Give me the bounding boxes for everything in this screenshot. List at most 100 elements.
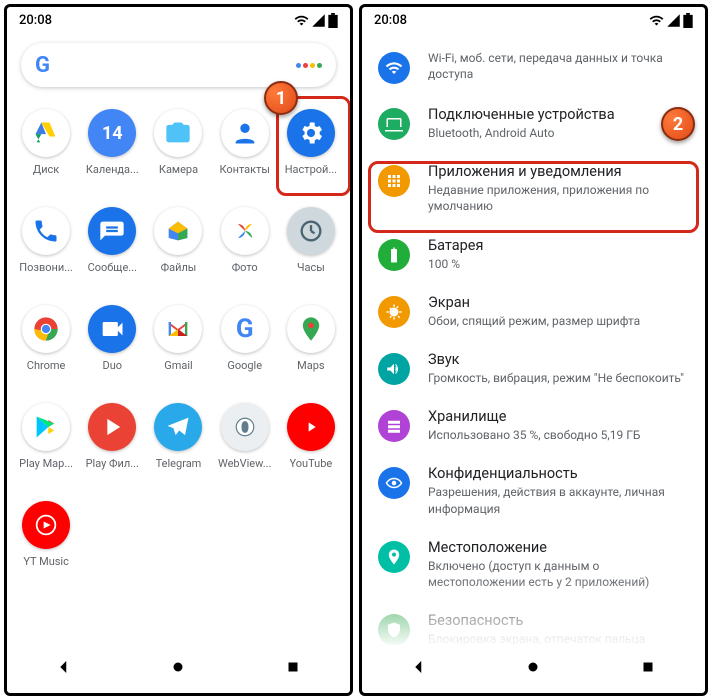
gmail-icon bbox=[154, 305, 202, 353]
battery-icon bbox=[328, 13, 338, 28]
app-webview[interactable]: WebView... bbox=[212, 397, 278, 495]
wifi-icon bbox=[294, 13, 309, 28]
app-duo[interactable]: Duo bbox=[79, 299, 145, 397]
app-google[interactable]: G Google bbox=[212, 299, 278, 397]
nav-back[interactable] bbox=[55, 658, 73, 680]
settings-item-wifi[interactable]: Wi-Fi, моб. сети, передача данных и точк… bbox=[362, 39, 705, 95]
settings-item-title: Местоположение bbox=[428, 539, 689, 556]
settings-item-location[interactable]: Местоположение Включено (доступ к данным … bbox=[362, 528, 705, 601]
settings-item-privacy[interactable]: КонфиденциальностьРазрешения, действия в… bbox=[362, 454, 705, 527]
app-label: Duo bbox=[103, 359, 123, 372]
battery-icon bbox=[683, 13, 693, 28]
app-play-store[interactable]: Play Мар... bbox=[13, 397, 79, 495]
settings-item-subtitle: Громкость, вибрация, режим "Не беспокоит… bbox=[428, 370, 689, 386]
app-label: Диск bbox=[33, 163, 59, 176]
devices-icon bbox=[378, 108, 410, 140]
app-label: Файлы bbox=[161, 261, 197, 274]
apps-icon bbox=[378, 165, 410, 197]
settings-item-brightness[interactable]: Экран Обои, спящий режим, размер шрифта bbox=[362, 283, 705, 340]
youtube-icon bbox=[287, 403, 335, 451]
nav-recent[interactable] bbox=[284, 658, 302, 680]
gear-icon bbox=[287, 109, 335, 157]
google-search-bar[interactable]: G bbox=[21, 43, 336, 87]
nav-home[interactable] bbox=[524, 658, 542, 680]
privacy-icon bbox=[378, 467, 410, 499]
step-badge-2: 2 bbox=[661, 107, 695, 141]
settings-item-subtitle: Обои, спящий режим, размер шрифта bbox=[428, 313, 689, 329]
app-label: YT Music bbox=[23, 555, 69, 568]
drive-icon bbox=[22, 109, 70, 157]
nav-home[interactable] bbox=[169, 658, 187, 680]
app-label: Фото bbox=[232, 261, 258, 274]
app-files[interactable]: Файлы bbox=[145, 201, 211, 299]
settings-item-devices[interactable]: Подключенные устройстваBluetooth, Androi… bbox=[362, 95, 705, 152]
settings-item-subtitle: 100 % bbox=[428, 256, 689, 272]
app-contacts[interactable]: Контакты bbox=[212, 103, 278, 201]
wifi-icon bbox=[378, 52, 410, 84]
settings-item-title: Экран bbox=[428, 294, 689, 311]
app-telegram[interactable]: Telegram bbox=[145, 397, 211, 495]
settings-item-title: Подключенные устройства bbox=[428, 106, 689, 123]
camera-icon bbox=[154, 109, 202, 157]
status-time: 20:08 bbox=[374, 13, 407, 28]
photos-icon bbox=[221, 207, 269, 255]
app-label: YouTube bbox=[290, 457, 333, 470]
webview-icon bbox=[221, 403, 269, 451]
calendar-icon: 14 bbox=[88, 109, 136, 157]
app-phone[interactable]: Позвони... bbox=[13, 201, 79, 299]
app-label: Камера bbox=[159, 163, 198, 176]
app-label: Gmail bbox=[164, 359, 192, 372]
security-icon bbox=[378, 614, 410, 645]
phone-app-drawer: 20:08 G Диск 14 Календа... Камера Контак… bbox=[4, 4, 353, 696]
nav-recent[interactable] bbox=[639, 658, 657, 680]
app-play-movies[interactable]: Play Фил... bbox=[79, 397, 145, 495]
app-label: Контакты bbox=[219, 163, 270, 176]
app-clock[interactable]: Часы bbox=[278, 201, 344, 299]
app-chrome[interactable]: Chrome bbox=[13, 299, 79, 397]
app-settings[interactable]: Настрой... bbox=[278, 103, 344, 201]
signal-icon bbox=[311, 13, 326, 28]
settings-item-subtitle: Блокировка экрана, отпечаток пальца bbox=[428, 631, 689, 645]
app-ytmusic[interactable]: YT Music bbox=[13, 495, 79, 593]
app-maps[interactable]: Maps bbox=[278, 299, 344, 397]
battery-icon bbox=[378, 239, 410, 271]
app-drive[interactable]: Диск bbox=[13, 103, 79, 201]
assistant-icon[interactable] bbox=[296, 63, 322, 68]
contacts-icon bbox=[221, 109, 269, 157]
app-label: Play Мар... bbox=[19, 457, 73, 470]
app-camera[interactable]: Камера bbox=[145, 103, 211, 201]
app-label: Позвони... bbox=[19, 261, 73, 274]
settings-list[interactable]: Wi-Fi, моб. сети, передача данных и точк… bbox=[362, 33, 705, 645]
settings-item-subtitle: Недавние приложения, приложения по умолч… bbox=[428, 182, 689, 214]
phone-icon bbox=[22, 207, 70, 255]
nav-bar bbox=[7, 645, 350, 693]
app-label: Часы bbox=[297, 261, 325, 274]
play-movies-icon bbox=[88, 403, 136, 451]
app-youtube[interactable]: YouTube bbox=[278, 397, 344, 495]
app-label: Maps bbox=[297, 359, 324, 372]
settings-item-security[interactable]: БезопасностьБлокировка экрана, отпечаток… bbox=[362, 601, 705, 645]
app-label: WebView... bbox=[218, 457, 271, 470]
app-calendar[interactable]: 14 Календа... bbox=[79, 103, 145, 201]
status-icons bbox=[649, 13, 693, 28]
settings-item-subtitle: Wi-Fi, моб. сети, передача данных и точк… bbox=[428, 50, 689, 82]
settings-item-subtitle: Использовано 35 %, свободно 5,19 ГБ bbox=[428, 427, 689, 443]
storage-icon bbox=[378, 410, 410, 442]
app-photos[interactable]: Фото bbox=[212, 201, 278, 299]
settings-item-apps[interactable]: Приложения и уведомленияНедавние приложе… bbox=[362, 152, 705, 225]
maps-icon bbox=[287, 305, 335, 353]
app-label: Chrome bbox=[27, 359, 66, 372]
app-label: Настрой... bbox=[285, 163, 337, 176]
nav-bar bbox=[362, 645, 705, 693]
app-messages[interactable]: Сообще... bbox=[79, 201, 145, 299]
status-bar: 20:08 bbox=[7, 7, 350, 33]
settings-item-subtitle: Включено (доступ к данным о местоположен… bbox=[428, 558, 689, 590]
nav-back[interactable] bbox=[410, 658, 428, 680]
app-label: Play Фил... bbox=[86, 457, 139, 470]
settings-item-title: Хранилище bbox=[428, 408, 689, 425]
google-icon: G bbox=[221, 305, 269, 353]
settings-item-storage[interactable]: Хранилище Использовано 35 %, свободно 5,1… bbox=[362, 397, 705, 454]
app-gmail[interactable]: Gmail bbox=[145, 299, 211, 397]
settings-item-volume[interactable]: ЗвукГромкость, вибрация, режим "Не беспо… bbox=[362, 340, 705, 397]
settings-item-battery[interactable]: Батарея100 % bbox=[362, 226, 705, 283]
